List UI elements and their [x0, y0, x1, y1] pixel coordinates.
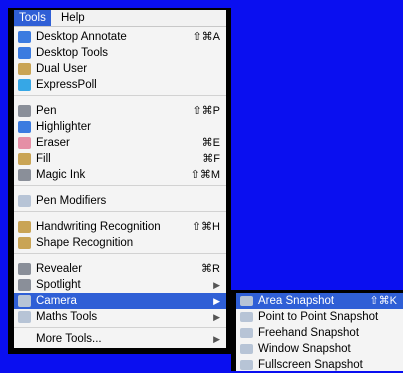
pen-modifiers-icon	[18, 195, 31, 207]
tools-menu: Desktop Annotate ⇧⌘A Desktop Tools Dual …	[14, 27, 226, 348]
menu-item-desktop-tools[interactable]: Desktop Tools	[14, 45, 226, 61]
maths-tools-icon	[18, 311, 31, 323]
menubar-help[interactable]: Help	[56, 10, 90, 26]
menu-item-pen-modifiers[interactable]: Pen Modifiers	[14, 193, 226, 209]
menu-separator	[14, 211, 226, 212]
menu-separator	[14, 185, 226, 186]
area-snapshot-icon	[240, 296, 253, 306]
submenu-arrow-icon: ▶	[213, 280, 220, 290]
menu-item-revealer[interactable]: Revealer ⌘R	[14, 261, 226, 277]
fill-icon	[18, 153, 31, 165]
spotlight-icon	[18, 279, 31, 291]
submenu-item-area-snapshot[interactable]: Area Snapshot ⇧⌘K	[236, 293, 403, 309]
point-snapshot-icon	[240, 312, 253, 322]
revealer-icon	[18, 263, 31, 275]
eraser-icon	[18, 137, 31, 149]
menu-item-handwriting-recognition[interactable]: Handwriting Recognition ⇧⌘H	[14, 219, 226, 235]
shape-recognition-icon	[18, 237, 31, 249]
magic-ink-icon	[18, 169, 31, 181]
highlighter-icon	[18, 121, 31, 133]
menu-separator	[14, 95, 226, 96]
submenu-item-freehand-snapshot[interactable]: Freehand Snapshot	[236, 325, 403, 341]
submenu-arrow-icon: ▶	[213, 312, 220, 322]
menubar-tools[interactable]: Tools	[14, 10, 51, 26]
menu-item-maths-tools[interactable]: Maths Tools ▶	[14, 309, 226, 325]
menu-separator	[14, 253, 226, 254]
submenu-item-point-to-point-snapshot[interactable]: Point to Point Snapshot	[236, 309, 403, 325]
menu-item-more-tools[interactable]: More Tools... ▶	[14, 331, 226, 347]
handwriting-recognition-icon	[18, 221, 31, 233]
menu-item-dual-user[interactable]: Dual User	[14, 61, 226, 77]
menu-item-shape-recognition[interactable]: Shape Recognition	[14, 235, 226, 251]
desktop-annotate-icon	[18, 31, 31, 43]
menu-item-magic-ink[interactable]: Magic Ink ⇧⌘M	[14, 167, 226, 183]
menu-item-highlighter[interactable]: Highlighter	[14, 119, 226, 135]
menu-item-camera[interactable]: Camera ▶	[14, 293, 226, 309]
menu-item-eraser[interactable]: Eraser ⌘E	[14, 135, 226, 151]
expresspoll-icon	[18, 79, 31, 91]
submenu-arrow-icon: ▶	[213, 296, 220, 306]
menu-item-pen[interactable]: Pen ⇧⌘P	[14, 103, 226, 119]
freehand-snapshot-icon	[240, 328, 253, 338]
menu-item-desktop-annotate[interactable]: Desktop Annotate ⇧⌘A	[14, 29, 226, 45]
dual-user-icon	[18, 63, 31, 75]
window-snapshot-icon	[240, 344, 253, 354]
fullscreen-snapshot-icon	[240, 360, 253, 370]
camera-icon	[18, 295, 31, 307]
menu-separator	[14, 327, 226, 328]
desktop-tools-icon	[18, 47, 31, 59]
submenu-item-window-snapshot[interactable]: Window Snapshot	[236, 341, 403, 357]
submenu-arrow-icon: ▶	[213, 334, 220, 344]
menubar: Tools Help	[14, 10, 226, 27]
menu-item-fill[interactable]: Fill ⌘F	[14, 151, 226, 167]
menu-item-spotlight[interactable]: Spotlight ▶	[14, 277, 226, 293]
menu-item-expresspoll[interactable]: ExpressPoll	[14, 77, 226, 93]
pen-icon	[18, 105, 31, 117]
camera-submenu: Area Snapshot ⇧⌘K Point to Point Snapsho…	[236, 293, 403, 371]
